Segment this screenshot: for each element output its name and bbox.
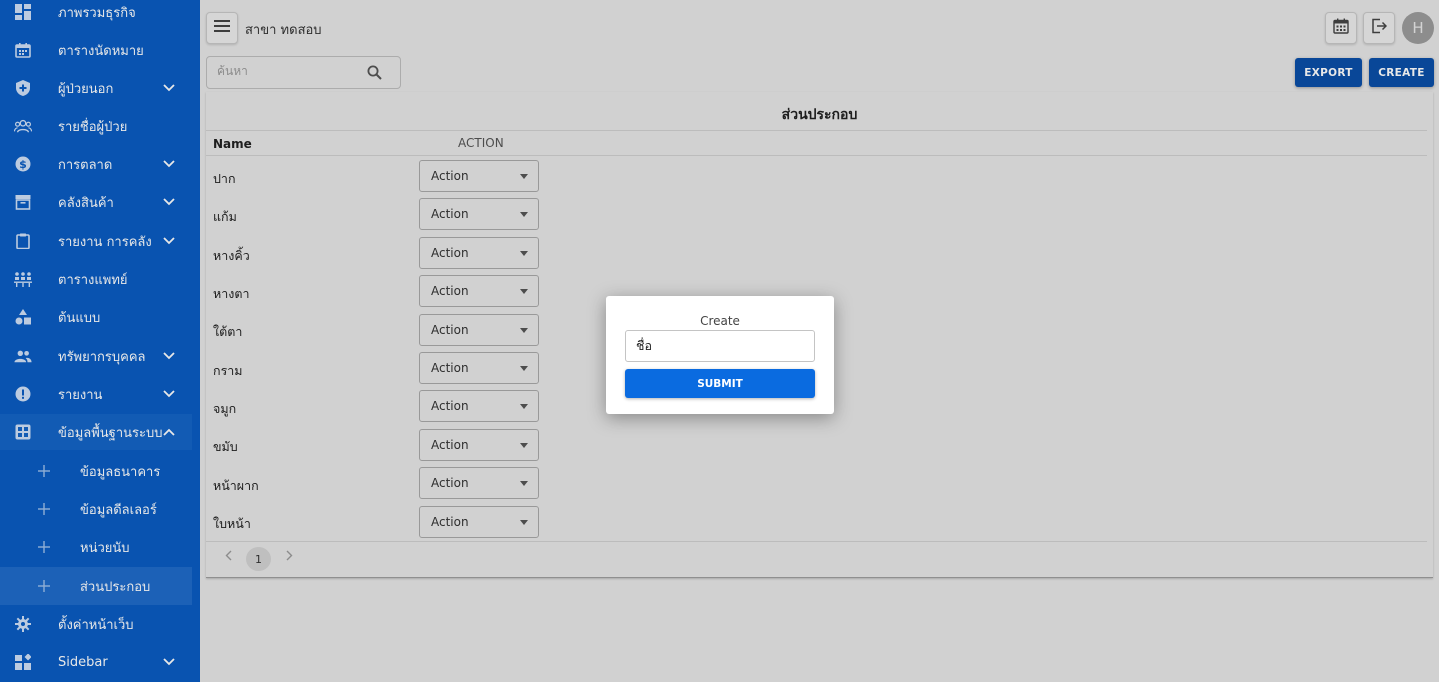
dialog-title: Create	[700, 314, 740, 328]
name-input[interactable]	[625, 330, 815, 362]
submit-button[interactable]: SUBMIT	[625, 369, 815, 398]
create-dialog: Create SUBMIT	[606, 296, 834, 414]
